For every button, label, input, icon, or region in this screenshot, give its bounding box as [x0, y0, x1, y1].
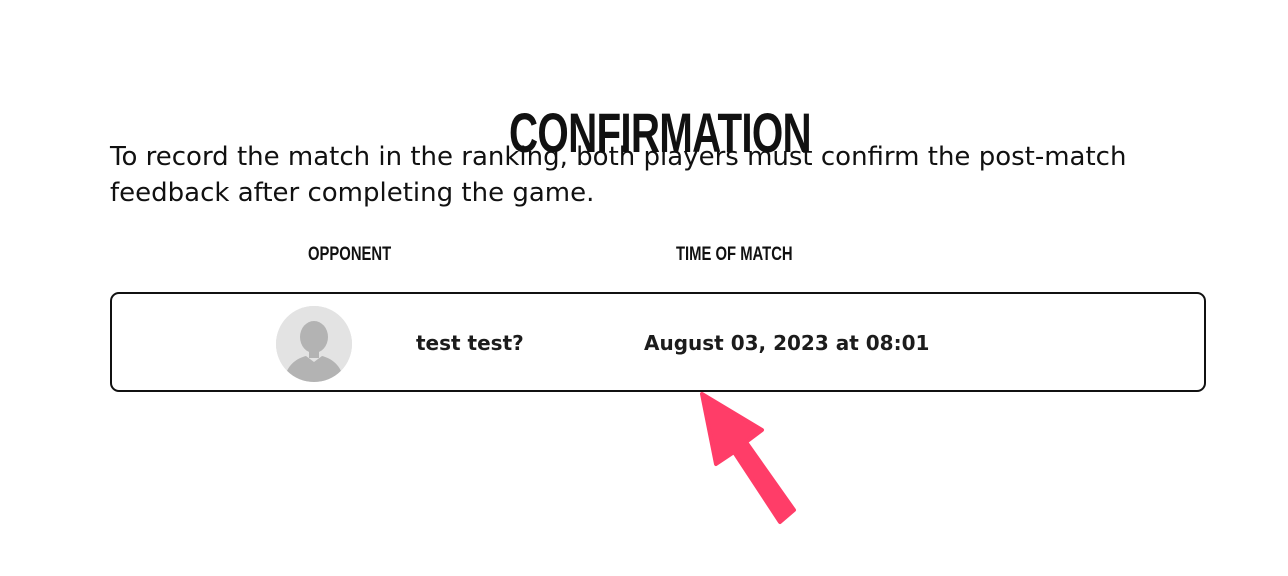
column-header-time-of-match: TIME OF MATCH [676, 244, 793, 265]
arrow-pointer-icon [690, 388, 810, 542]
opponent-name: test test? [416, 331, 524, 355]
match-row[interactable]: test test? August 03, 2023 at 08:01 [110, 292, 1206, 392]
column-header-opponent: OPPONENT [308, 244, 392, 265]
intro-text: To record the match in the ranking, both… [110, 142, 1127, 208]
default-user-avatar-icon [276, 306, 352, 382]
match-time: August 03, 2023 at 08:01 [644, 331, 930, 355]
